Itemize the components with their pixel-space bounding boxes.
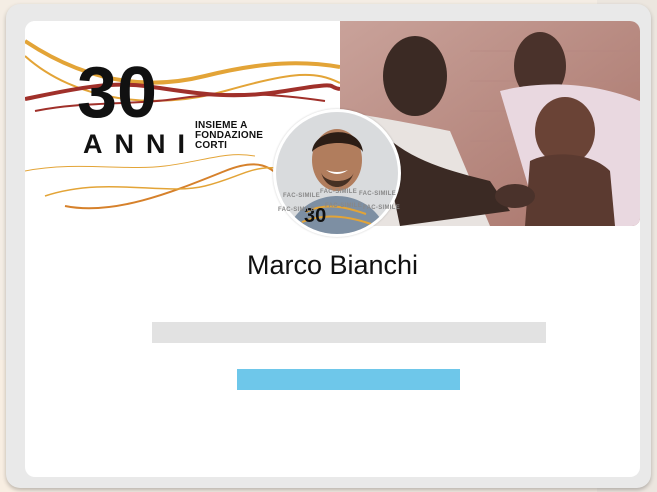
skeleton-button-placeholder[interactable]	[237, 369, 460, 390]
logo-subtitle: INSIEME A FONDAZIONE CORTI	[195, 121, 263, 151]
watermark: FAC-SIMILE	[325, 203, 362, 209]
watermark: FAC-SIMILE	[359, 191, 396, 197]
profile-card: 30 ANNI INSIEME A FONDAZIONE CORTI 30 FA…	[25, 21, 640, 477]
avatar: 30	[273, 109, 401, 237]
logo-number: 30	[77, 53, 157, 133]
watermark: FAC-SIMILE	[278, 207, 315, 213]
watermark: FAC-SIMILE	[283, 193, 320, 199]
profile-name: Marco Bianchi	[246, 250, 419, 280]
logo-anni: ANNI	[83, 129, 197, 159]
avatar-photo: 30	[276, 112, 398, 234]
profile-card-frame: 30 ANNI INSIEME A FONDAZIONE CORTI 30 FA…	[6, 4, 651, 488]
skeleton-text-placeholder	[152, 322, 546, 343]
watermark: FAC-SIMILE	[363, 205, 400, 211]
watermark: FAC-SIMILE	[320, 189, 357, 195]
logo-subtitle-line: CORTI	[195, 140, 228, 151]
avatar-illustration: 30	[276, 112, 398, 234]
